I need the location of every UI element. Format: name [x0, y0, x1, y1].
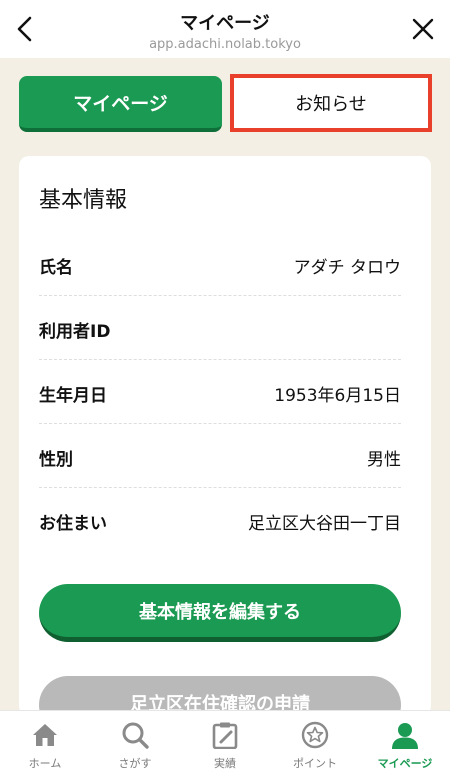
info-label: 利用者ID	[39, 322, 111, 342]
search-icon	[122, 722, 149, 749]
edit-basic-info-button[interactable]: 基本情報を編集する	[39, 584, 401, 642]
info-label: 性別	[39, 450, 73, 470]
nav-points[interactable]: ポイント	[270, 711, 360, 777]
basic-info-title: 基本情報	[39, 188, 128, 213]
info-value: 男性	[367, 450, 401, 470]
top-bar: マイページ app.adachi.nolab.tokyo	[0, 0, 450, 58]
info-row-residence: お住まい 足立区大谷田一丁目	[39, 488, 401, 552]
info-label: 氏名	[39, 258, 73, 278]
bottom-navigation: ホーム さがす 実績 ポイント マイページ	[0, 710, 450, 777]
nav-label: ホーム	[28, 757, 62, 770]
info-label: お住まい	[39, 514, 107, 534]
tab-mypage[interactable]: マイページ	[19, 76, 222, 132]
nav-search[interactable]: さがす	[90, 711, 180, 777]
home-icon	[33, 724, 57, 746]
nav-label: 実績	[214, 757, 236, 770]
info-row-name: 氏名 アダチ タロウ	[39, 232, 401, 296]
nav-label: ポイント	[293, 757, 337, 770]
close-icon[interactable]	[410, 16, 436, 42]
nav-label: さがす	[118, 757, 152, 770]
info-row-birthdate: 生年月日 1953年6月15日	[39, 360, 401, 424]
info-row-user-id: 利用者ID	[39, 296, 401, 360]
tab-news[interactable]: お知らせ	[230, 74, 432, 132]
tab-bar: マイページ お知らせ	[19, 74, 432, 134]
info-row-gender: 性別 男性	[39, 424, 401, 488]
nav-mypage[interactable]: マイページ	[360, 711, 450, 777]
nav-results[interactable]: 実績	[180, 711, 270, 777]
page-title: マイページ	[180, 13, 270, 34]
nav-label: マイページ	[377, 757, 433, 770]
info-value: アダチ タロウ	[293, 258, 401, 278]
info-value: 1953年6月15日	[274, 386, 401, 406]
user-icon	[392, 723, 418, 749]
clipboard-icon	[212, 722, 238, 749]
nav-home[interactable]: ホーム	[0, 711, 90, 777]
page-url: app.adachi.nolab.tokyo	[149, 37, 301, 52]
basic-info-card: 基本情報 氏名 アダチ タロウ 利用者ID 生年月日 1953年6月15日 性別…	[19, 156, 431, 734]
point-icon	[301, 721, 329, 749]
info-label: 生年月日	[39, 386, 107, 406]
info-value: 足立区大谷田一丁目	[248, 514, 401, 534]
